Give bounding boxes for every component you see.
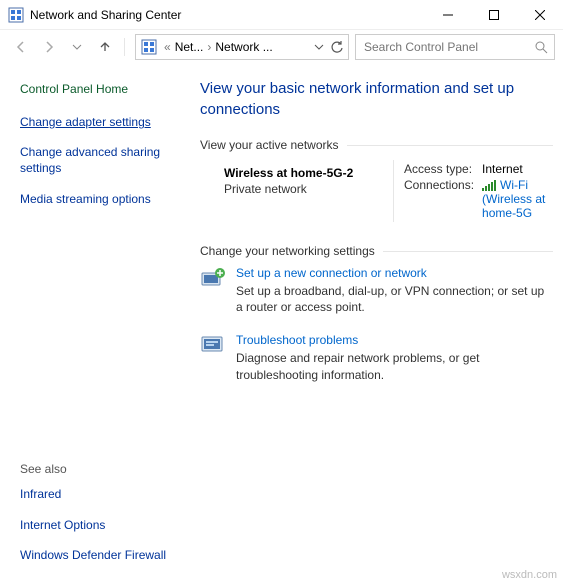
breadcrumb-network[interactable]: Net... <box>173 40 206 54</box>
setup-connection-item: Set up a new connection or network Set u… <box>200 266 553 315</box>
firewall-link[interactable]: Windows Defender Firewall <box>20 547 188 563</box>
connections-value: Wi-Fi (Wireless at home-5G <box>482 178 553 220</box>
recent-dropdown[interactable] <box>64 34 90 60</box>
page-title: View your basic network information and … <box>200 78 553 120</box>
troubleshoot-icon <box>200 334 226 382</box>
internet-options-link[interactable]: Internet Options <box>20 517 188 533</box>
active-networks-header: View your active networks <box>200 138 553 152</box>
active-network-row: Wireless at home-5G-2 Private network Ac… <box>200 160 553 222</box>
see-also-header: See also <box>20 462 188 476</box>
minimize-button[interactable] <box>425 0 471 29</box>
maximize-button[interactable] <box>471 0 517 29</box>
wifi-signal-icon <box>482 180 496 191</box>
app-icon <box>8 7 24 23</box>
network-name: Wireless at home-5G-2 <box>224 166 389 180</box>
infrared-link[interactable]: Infrared <box>20 486 188 502</box>
setup-connection-icon <box>200 267 226 315</box>
breadcrumb-sharing[interactable]: Network ... <box>213 40 274 54</box>
setup-connection-desc: Set up a broadband, dial-up, or VPN conn… <box>236 283 553 315</box>
troubleshoot-desc: Diagnose and repair network problems, or… <box>236 350 553 382</box>
troubleshoot-item: Troubleshoot problems Diagnose and repai… <box>200 333 553 382</box>
chevron-icon[interactable]: « <box>162 40 173 54</box>
window-title: Network and Sharing Center <box>30 8 425 22</box>
troubleshoot-link[interactable]: Troubleshoot problems <box>236 333 358 347</box>
chevron-right-icon[interactable]: › <box>205 40 213 54</box>
search-input[interactable] <box>362 39 534 55</box>
toolbar: « Net... › Network ... <box>0 30 563 64</box>
forward-button[interactable] <box>36 34 62 60</box>
main-content: View your basic network information and … <box>200 64 563 587</box>
change-advanced-link[interactable]: Change advanced sharing settings <box>20 144 188 176</box>
media-streaming-link[interactable]: Media streaming options <box>20 191 188 207</box>
up-button[interactable] <box>92 34 118 60</box>
setup-connection-link[interactable]: Set up a new connection or network <box>236 266 427 280</box>
search-icon[interactable] <box>534 40 548 54</box>
refresh-button[interactable] <box>330 40 344 54</box>
sidebar: Control Panel Home Change adapter settin… <box>0 64 200 587</box>
control-panel-home-link[interactable]: Control Panel Home <box>20 82 188 96</box>
search-box[interactable] <box>355 34 555 60</box>
change-settings-header: Change your networking settings <box>200 244 553 258</box>
separator <box>124 38 125 56</box>
change-adapter-link[interactable]: Change adapter settings <box>20 114 188 130</box>
watermark: wsxdn.com <box>502 569 557 581</box>
network-type: Private network <box>224 182 389 196</box>
connections-label: Connections: <box>404 178 474 192</box>
address-bar[interactable]: « Net... › Network ... <box>135 34 349 60</box>
close-button[interactable] <box>517 0 563 29</box>
access-type-value: Internet <box>482 162 553 176</box>
title-bar: Network and Sharing Center <box>0 0 563 30</box>
address-dropdown-icon[interactable] <box>314 42 324 52</box>
access-type-label: Access type: <box>404 162 474 176</box>
back-button[interactable] <box>8 34 34 60</box>
control-panel-icon <box>140 38 158 56</box>
